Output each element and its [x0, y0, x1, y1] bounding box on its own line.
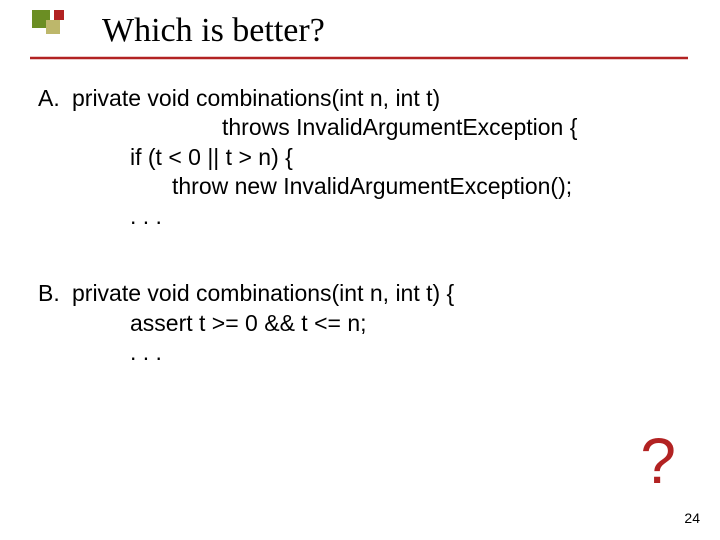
content-area: A. private void combinations(int n, int …: [38, 84, 690, 416]
title-wrap: Which is better?: [30, 0, 690, 50]
question-mark: ?: [640, 424, 676, 498]
option-b-body: private void combinations(int n, int t) …: [72, 279, 454, 367]
code-line: private void combinations(int n, int t): [72, 84, 577, 113]
option-a: A. private void combinations(int n, int …: [38, 84, 690, 231]
code-line: throw new InvalidArgumentException();: [72, 172, 577, 201]
title-underline: [30, 56, 688, 60]
option-a-body: private void combinations(int n, int t) …: [72, 84, 577, 231]
code-line: . . .: [72, 202, 577, 231]
option-a-label: A.: [38, 84, 72, 113]
code-line: assert t >= 0 && t <= n;: [72, 309, 454, 338]
option-b: B. private void combinations(int n, int …: [38, 279, 690, 367]
slide: Which is better? A. private void combina…: [0, 0, 720, 540]
code-line: private void combinations(int n, int t) …: [72, 279, 454, 308]
slide-title: Which is better?: [102, 12, 690, 50]
code-line: . . .: [72, 338, 454, 367]
option-b-label: B.: [38, 279, 72, 308]
page-number: 24: [684, 510, 700, 526]
code-line: if (t < 0 || t > n) {: [72, 143, 577, 172]
title-bullet-deco: [32, 10, 92, 54]
code-line: throws InvalidArgumentException {: [72, 113, 577, 142]
